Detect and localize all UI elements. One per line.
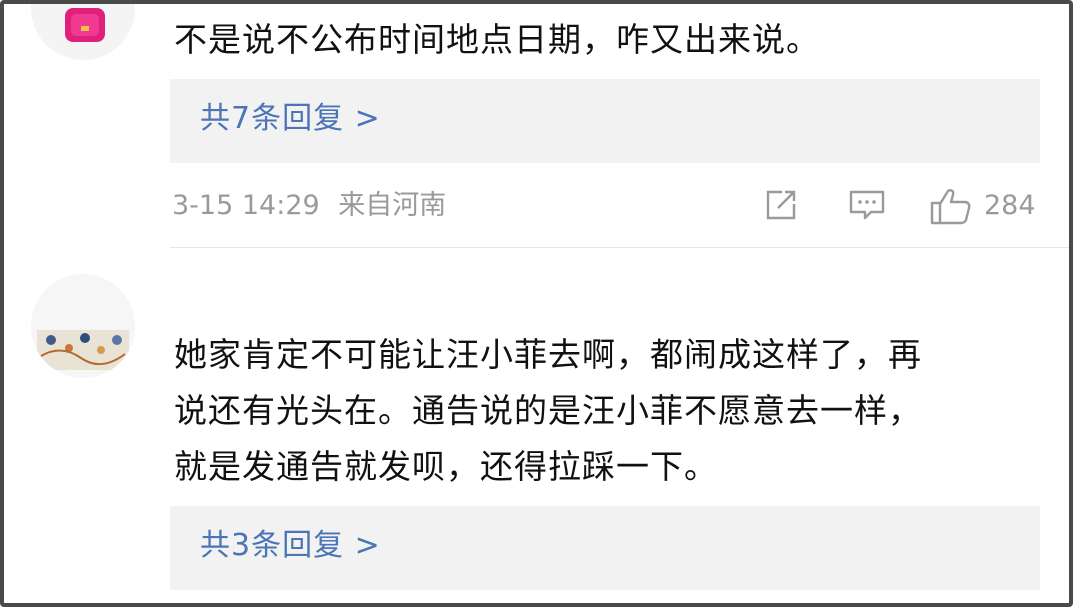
comment-source: 来自河南: [338, 190, 447, 221]
share-icon: [766, 190, 796, 220]
comment-icon: [849, 190, 885, 220]
like-button[interactable]: [929, 186, 973, 230]
comment-line: 说还有光头在。通告说的是汪小菲不愿意去一样，: [174, 391, 922, 430]
comment-line: 就是发通告就发呗，还得拉踩一下。: [174, 447, 718, 486]
comment-text: 不是说不公布时间地点日期，咋又出来说。: [174, 20, 820, 59]
avatar-image: [31, 274, 135, 378]
like-count: 284: [984, 190, 1036, 221]
comment-line: 她家肯定不可能让汪小菲去啊，都闹成这样了，再: [174, 335, 922, 374]
comment-meta: 3-15 14:29 来自河南: [172, 188, 456, 224]
comment-button[interactable]: [847, 186, 887, 228]
thumbs-up-icon: [930, 189, 971, 225]
reply-box: 共3条回复 >: [170, 506, 1040, 590]
divider: [170, 247, 1069, 248]
share-button[interactable]: [762, 186, 800, 228]
view-replies-link[interactable]: 共3条回复 >: [200, 526, 381, 566]
comment-text: 她家肯定不可能让汪小菲去啊，都闹成这样了，再 说还有光头在。通告说的是汪小菲不愿…: [174, 327, 1029, 495]
comment-date: 3-15 14:29: [172, 190, 320, 221]
avatar-image: [31, 4, 135, 60]
comment-feed: 不是说不公布时间地点日期，咋又出来说。 共7条回复 > 3-15 14:29 来…: [0, 0, 1073, 607]
avatar[interactable]: [31, 274, 135, 378]
view-replies-link[interactable]: 共7条回复 >: [200, 99, 381, 139]
reply-box: 共7条回复 >: [170, 79, 1040, 163]
avatar[interactable]: [31, 4, 135, 60]
